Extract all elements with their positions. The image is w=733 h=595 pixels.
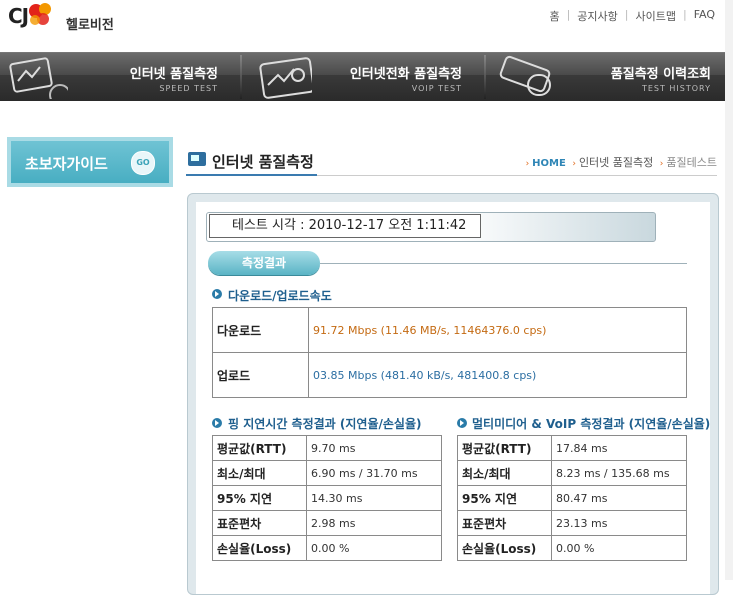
divider xyxy=(240,55,242,99)
table-row: 표준편차 2.98 ms xyxy=(212,510,442,536)
topnav-notice-link[interactable]: 공지사항 xyxy=(577,8,617,24)
cell-value: 0.00 % xyxy=(306,535,442,561)
table-row: 95% 지연 80.47 ms xyxy=(457,485,687,511)
divider xyxy=(484,55,486,99)
bullet-icon xyxy=(212,289,222,299)
voip-test-icon xyxy=(259,57,312,99)
page-title: 인터넷 품질측정 xyxy=(212,153,314,171)
table-row: 업로드 03.85 Mbps (481.40 kB/s, 481400.8 cp… xyxy=(212,352,687,398)
cell-value: 9.70 ms xyxy=(306,435,442,461)
nav-tab-sub: VOIP TEST xyxy=(411,84,462,93)
top-nav: 홈 | 공지사항 | 사이트맵 | FAQ xyxy=(549,8,715,24)
speed-test-icon xyxy=(9,57,68,99)
breadcrumb: › HOME › 인터넷 품질측정 › 품질테스트 xyxy=(523,154,717,170)
voip-section-title: 멀티미디어 & VoIP 측정결과 (지연율/손실율) xyxy=(472,417,711,431)
cell-value: 8.23 ms / 135.68 ms xyxy=(551,460,687,486)
table-row: 평균값(RTT) 9.70 ms xyxy=(212,435,442,461)
cell-label: 표준편차 xyxy=(212,510,307,536)
cell-value: 6.90 ms / 31.70 ms xyxy=(306,460,442,486)
nav-tab-label: 인터넷 품질측정 xyxy=(129,67,218,82)
page-title-icon xyxy=(188,152,206,166)
speed-section-title: 다운로드/업로드속도 xyxy=(228,289,332,303)
cell-value: 80.47 ms xyxy=(551,485,687,511)
bullet-icon xyxy=(457,418,467,428)
scrollbar[interactable] xyxy=(725,0,733,580)
cell-label: 최소/최대 xyxy=(212,460,307,486)
cell-label: 95% 지연 xyxy=(457,485,552,511)
nav-tab-label: 품질측정 이력조회 xyxy=(610,67,711,82)
divider: | xyxy=(566,8,571,21)
divider xyxy=(320,263,687,264)
cell-value: 0.00 % xyxy=(551,535,687,561)
download-value: 91.72 Mbps (11.46 MB/s, 11464376.0 cps) xyxy=(308,307,687,353)
topnav-home-link[interactable]: 홈 xyxy=(549,8,559,24)
cell-value: 2.98 ms xyxy=(306,510,442,536)
nav-tab-speed-test[interactable]: 인터넷 품질측정 SPEED TEST xyxy=(0,53,240,101)
cell-value: 14.30 ms xyxy=(306,485,442,511)
breadcrumb-home-link[interactable]: HOME xyxy=(532,158,566,169)
cj-logo[interactable]: CJ xyxy=(8,3,51,28)
cell-label: 평균값(RTT) xyxy=(457,435,552,461)
divider: | xyxy=(682,8,687,21)
table-row: 표준편차 23.13 ms xyxy=(457,510,687,536)
ping-section-title: 핑 지연시간 측정결과 (지연율/손실율) xyxy=(228,417,422,431)
cell-value: 23.13 ms xyxy=(551,510,687,536)
upload-label: 업로드 xyxy=(212,352,309,398)
cj-orb-icon xyxy=(29,3,51,25)
cell-label: 손실율(Loss) xyxy=(457,535,552,561)
breadcrumb-parent-link[interactable]: 인터넷 품질측정 xyxy=(579,156,653,169)
breadcrumb-current: 품질테스트 xyxy=(666,156,717,169)
cell-label: 최소/최대 xyxy=(457,460,552,486)
voip-table: 평균값(RTT) 17.84 ms 최소/최대 8.23 ms / 135.68 m… xyxy=(457,435,687,561)
speed-table: 다운로드 91.72 Mbps (11.46 MB/s, 11464376.0 … xyxy=(212,307,687,398)
cell-label: 95% 지연 xyxy=(212,485,307,511)
nav-tab-test-history[interactable]: 품질측정 이력조회 TEST HISTORY xyxy=(488,53,733,101)
table-row: 평균값(RTT) 17.84 ms xyxy=(457,435,687,461)
logo-brand-text: 헬로비전 xyxy=(66,18,114,33)
beginner-guide-button[interactable]: 초보자가이드 GO xyxy=(7,137,173,187)
test-time-field: 테스트 시각 : 2010-12-17 오전 1:11:42 xyxy=(209,214,481,238)
topnav-faq-link[interactable]: FAQ xyxy=(694,8,715,24)
divider xyxy=(186,174,317,176)
chevron-right-icon: › xyxy=(659,159,664,169)
table-row: 손실율(Loss) 0.00 % xyxy=(212,535,442,561)
topnav-sitemap-link[interactable]: 사이트맵 xyxy=(635,8,675,24)
chevron-right-icon: › xyxy=(525,159,530,169)
cell-label: 표준편차 xyxy=(457,510,552,536)
result-tab-button[interactable]: 측정결과 xyxy=(208,251,320,275)
ping-table: 평균값(RTT) 9.70 ms 최소/최대 6.90 ms / 31.70 ms … xyxy=(212,435,442,561)
nav-tab-sub: TEST HISTORY xyxy=(641,84,711,93)
download-label: 다운로드 xyxy=(212,307,309,353)
table-row: 손실율(Loss) 0.00 % xyxy=(457,535,687,561)
bullet-icon xyxy=(212,418,222,428)
cell-label: 평균값(RTT) xyxy=(212,435,307,461)
test-history-icon xyxy=(499,55,551,96)
nav-tab-label: 인터넷전화 품질측정 xyxy=(349,67,462,82)
cell-value: 17.84 ms xyxy=(551,435,687,461)
cell-label: 손실율(Loss) xyxy=(212,535,307,561)
chevron-right-icon: › xyxy=(572,159,576,169)
table-row: 최소/최대 8.23 ms / 135.68 ms xyxy=(457,460,687,486)
nav-tab-voip-test[interactable]: 인터넷전화 품질측정 VOIP TEST xyxy=(244,53,484,101)
divider: | xyxy=(624,8,629,21)
upload-value: 03.85 Mbps (481.40 kB/s, 481400.8 cps) xyxy=(308,352,687,398)
table-row: 다운로드 91.72 Mbps (11.46 MB/s, 11464376.0 … xyxy=(212,307,687,353)
go-icon: GO xyxy=(131,151,155,175)
nav-tab-sub: SPEED TEST xyxy=(159,84,218,93)
table-row: 최소/최대 6.90 ms / 31.70 ms xyxy=(212,460,442,486)
table-row: 95% 지연 14.30 ms xyxy=(212,485,442,511)
main-nav-bar: 인터넷 품질측정 SPEED TEST 인터넷전화 품질측정 VOIP TEST… xyxy=(0,52,733,101)
beginner-guide-label: 초보자가이드 xyxy=(25,155,108,173)
